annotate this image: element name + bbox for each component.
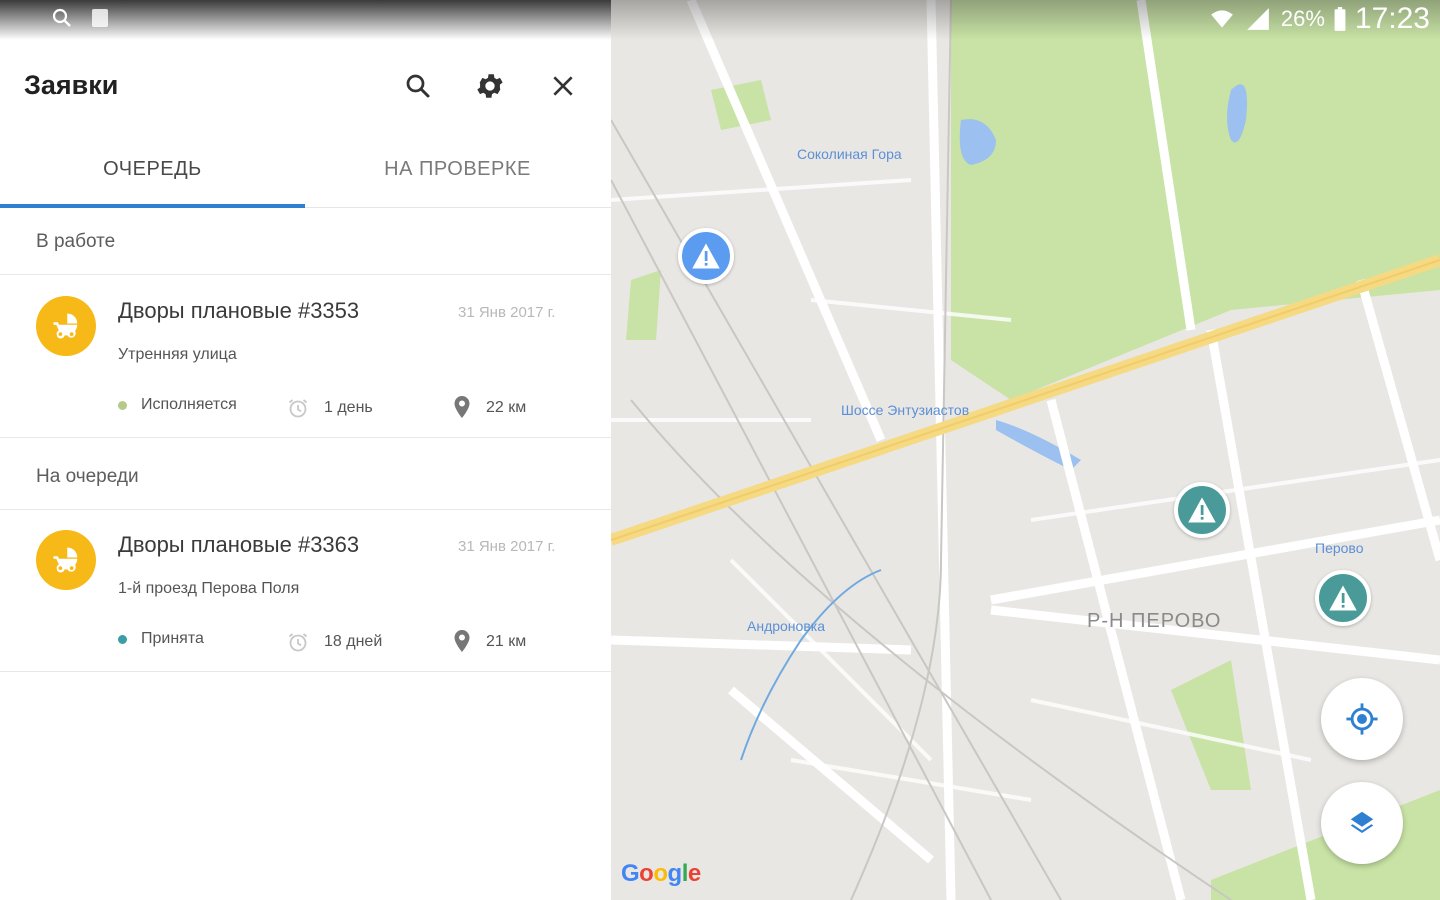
google-logo: Google	[621, 860, 701, 887]
close-button[interactable]	[541, 64, 585, 108]
item-status: Принята	[118, 630, 204, 648]
map-label-district: Р-Н ПЕРОВО	[1087, 610, 1222, 632]
page-title: Заявки	[24, 70, 119, 100]
tab-queue[interactable]: ОЧЕРЕДЬ	[0, 130, 305, 208]
duration-text: 18 дней	[324, 633, 383, 650]
warning-marker[interactable]	[678, 228, 734, 284]
search-icon	[406, 74, 430, 98]
item-address: Утренняя улица	[118, 346, 237, 363]
layers-button[interactable]	[1321, 782, 1403, 864]
item-duration: 18 дней	[286, 630, 382, 654]
location-pin-icon	[454, 630, 470, 652]
map-label-perovo-station: Перово	[1315, 540, 1364, 556]
map-base	[611, 0, 1440, 900]
item-status: Исполняется	[118, 396, 237, 414]
distance-text: 22 км	[486, 399, 527, 416]
section-title: На очереди	[36, 466, 139, 487]
tab-review-label: НА ПРОВЕРКЕ	[384, 157, 531, 180]
tab-review[interactable]: НА ПРОВЕРКЕ	[305, 130, 610, 208]
item-distance: 21 км	[452, 630, 526, 654]
distance-text: 21 км	[486, 633, 527, 650]
alarm-clock-icon	[288, 399, 308, 418]
tab-queue-label: ОЧЕРЕДЬ	[103, 157, 202, 180]
item-distance: 22 км	[452, 396, 526, 420]
active-tab-indicator	[0, 204, 305, 208]
my-location-icon	[1346, 703, 1378, 735]
map-label-andronovka: Андроновка	[747, 618, 825, 634]
requests-panel: Заявки ОЧЕРЕДЬ НА ПРОВЕРКЕ В работе Двор…	[0, 0, 611, 900]
search-button[interactable]	[396, 64, 440, 108]
status-dot	[118, 400, 127, 410]
duration-text: 1 день	[324, 399, 373, 416]
my-location-button[interactable]	[1321, 678, 1403, 760]
warning-icon	[1188, 497, 1216, 523]
item-duration: 1 день	[286, 396, 373, 420]
item-title: Дворы плановые #3363	[118, 532, 360, 557]
map-label-sokolinaya: Соколиная Гора	[797, 146, 902, 162]
item-date: 31 Янв 2017 г.	[458, 304, 556, 321]
section-header-in-progress: В работе	[0, 209, 611, 275]
category-avatar	[36, 530, 96, 590]
tab-bar: ОЧЕРЕДЬ НА ПРОВЕРКЕ	[0, 130, 611, 208]
section-header-queued: На очереди	[0, 444, 611, 510]
category-avatar	[36, 296, 96, 356]
item-address: 1-й проезд Перова Поля	[118, 580, 300, 597]
item-title: Дворы плановые #3353	[118, 298, 360, 323]
section-title: В работе	[36, 231, 116, 252]
warning-icon	[1329, 585, 1357, 611]
warning-marker[interactable]	[1315, 570, 1371, 626]
item-date: 31 Янв 2017 г.	[458, 538, 556, 555]
alarm-clock-icon	[288, 633, 308, 652]
gear-icon	[477, 74, 503, 98]
warning-icon	[692, 243, 720, 269]
status-text: Исполняется	[141, 396, 237, 413]
stroller-icon	[53, 547, 78, 573]
location-pin-icon	[454, 396, 470, 418]
list-item[interactable]: Дворы плановые #3363 31 Янв 2017 г. 1-й …	[0, 510, 611, 672]
settings-button[interactable]	[468, 64, 512, 108]
status-dot	[118, 634, 127, 644]
list-item[interactable]: Дворы плановые #3353 31 Янв 2017 г. Утре…	[0, 276, 611, 438]
app-bar: Заявки	[0, 40, 611, 130]
close-icon	[553, 76, 573, 96]
layers-icon	[1350, 811, 1374, 833]
stroller-icon	[53, 313, 78, 339]
map-view[interactable]: Соколиная Гора Шоссе Энтузиастов Перово …	[611, 0, 1440, 900]
warning-marker[interactable]	[1174, 482, 1230, 538]
map-label-shosse: Шоссе Энтузиастов	[841, 402, 970, 418]
status-text: Принята	[141, 630, 204, 647]
